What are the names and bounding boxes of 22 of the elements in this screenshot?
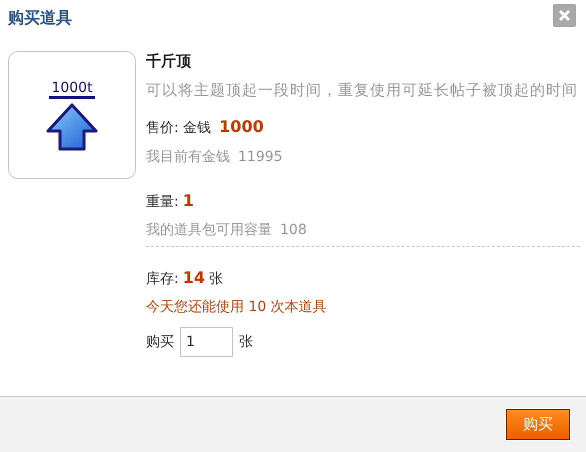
item-name: 千斤顶 bbox=[146, 51, 192, 72]
capacity-label: 我的道具包可用容量 bbox=[146, 221, 272, 240]
balance-value: 11995 bbox=[238, 148, 283, 167]
stock-label: 库存: bbox=[146, 270, 179, 289]
tonnage-label: 1000t bbox=[49, 80, 95, 98]
balance-label: 我目前有金钱 bbox=[146, 148, 230, 167]
close-button[interactable] bbox=[553, 4, 576, 27]
weight-label: 重量: bbox=[146, 193, 179, 212]
usage-notice: 今天您还能使用 10 次本道具 bbox=[146, 298, 328, 317]
price-label: 售价: 金钱 bbox=[146, 119, 212, 138]
quantity-unit: 张 bbox=[239, 332, 253, 352]
price-value: 1000 bbox=[219, 116, 264, 138]
stock-unit: 张 bbox=[208, 270, 223, 289]
dialog-title: 购买道具 bbox=[8, 7, 72, 29]
stock-value: 14 bbox=[182, 267, 205, 289]
capacity-value: 108 bbox=[280, 221, 307, 240]
up-arrow-icon bbox=[46, 102, 98, 150]
quantity-label: 购买 bbox=[146, 332, 174, 352]
item-description: 可以将主题顶起一段时间，重复使用可延长帖子被顶起的时间 bbox=[146, 80, 579, 101]
quantity-field[interactable]: 1 bbox=[180, 327, 233, 357]
weight-value: 1 bbox=[182, 190, 194, 212]
close-icon bbox=[558, 9, 571, 22]
